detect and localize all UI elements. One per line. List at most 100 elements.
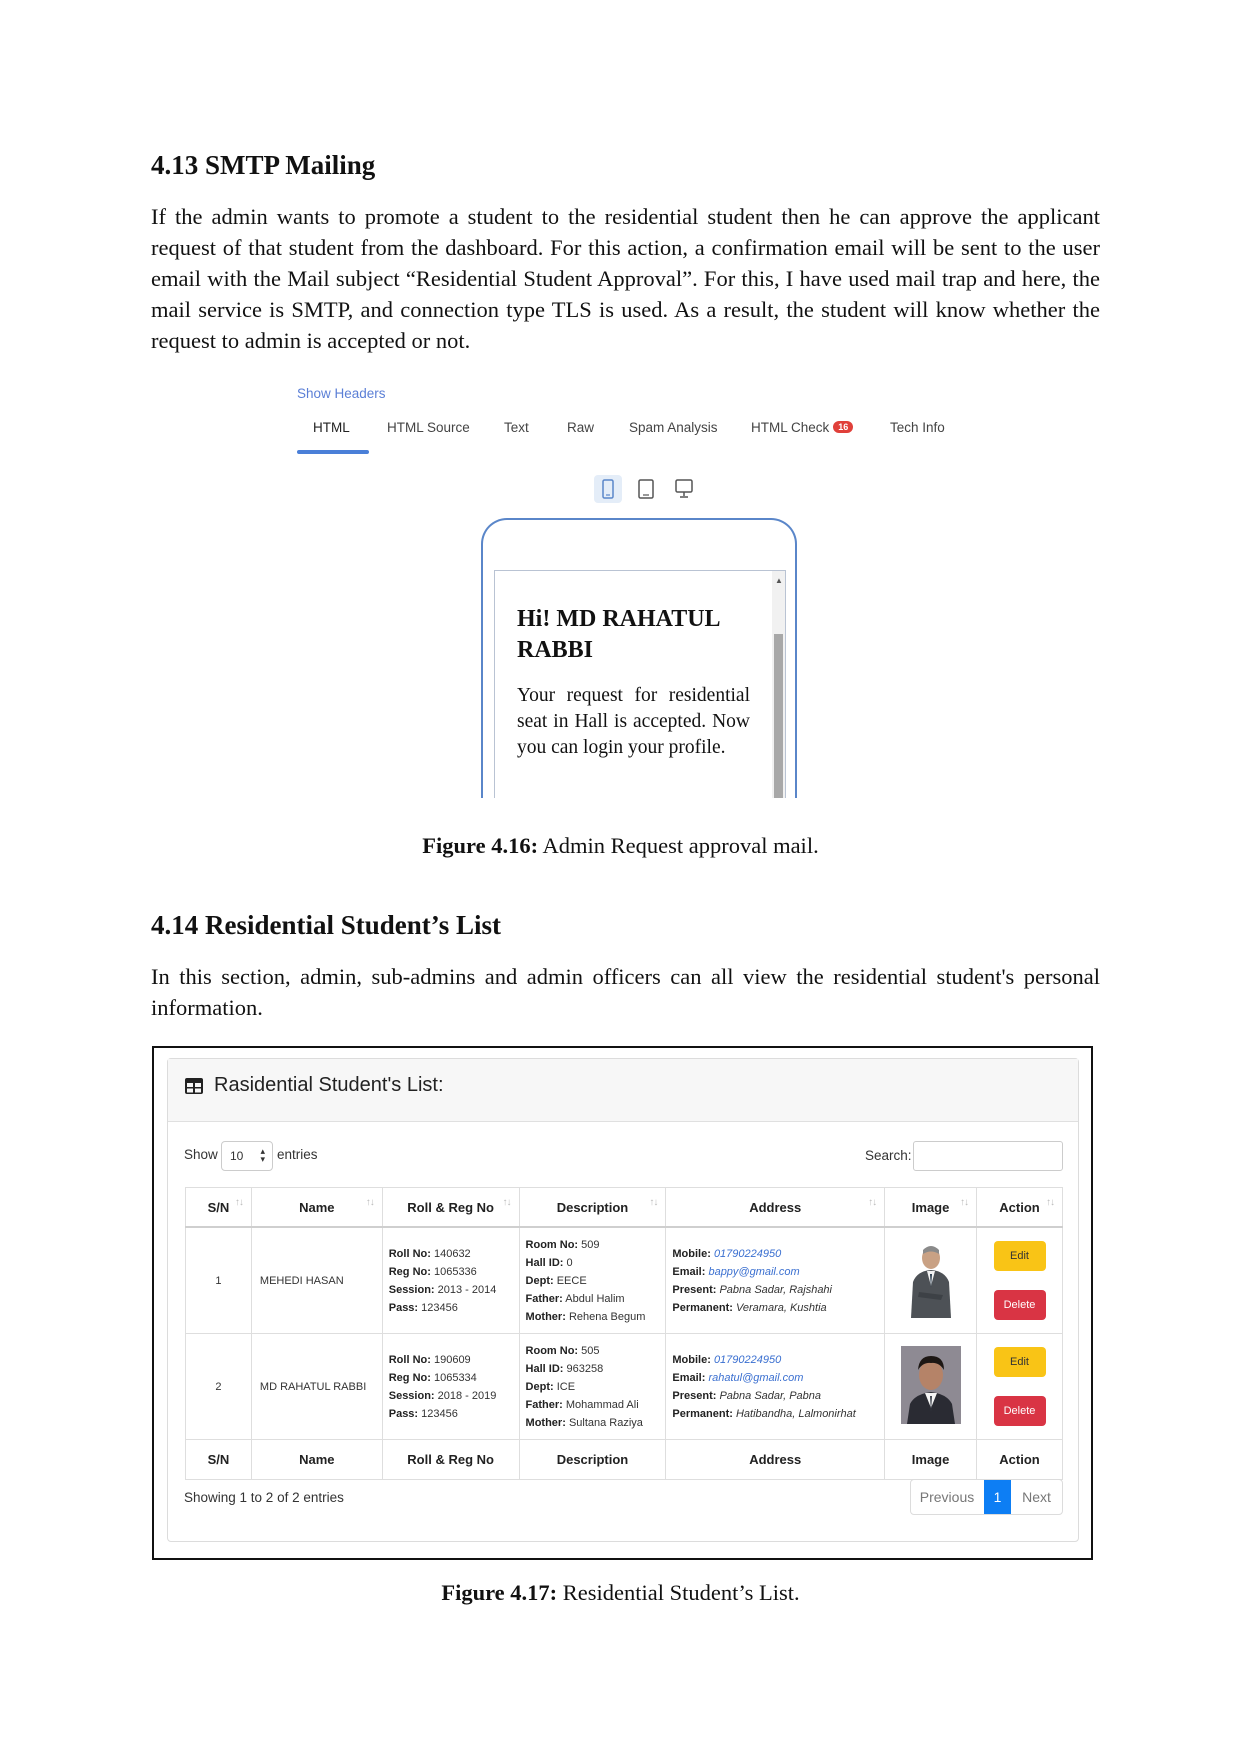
cell-image	[884, 1333, 978, 1440]
roll-value: 190609	[433, 1353, 471, 1366]
field-label: Pass:	[388, 1301, 419, 1314]
column-header-roll[interactable]: Roll & Reg No ↑↓	[381, 1187, 520, 1228]
figure-caption-4-17: Figure 4.17: Residential Student’s List.	[0, 1580, 1241, 1606]
cell-address: Mobile: 01790224950 Email: bappy@gmail.c…	[665, 1226, 886, 1334]
figure-caption-4-16: Figure 4.16: Admin Request approval mail…	[0, 833, 1241, 859]
figure-text: Residential Student’s List.	[557, 1580, 800, 1605]
field-label: Mother:	[525, 1310, 566, 1323]
field-label: Present:	[672, 1283, 717, 1296]
previous-page-button[interactable]: Previous	[911, 1480, 983, 1514]
field-label: Dept:	[525, 1380, 554, 1393]
column-header-image[interactable]: Image ↑↓	[884, 1187, 978, 1228]
field-label: Mobile:	[672, 1353, 711, 1366]
tab-html-source[interactable]: HTML Source	[387, 420, 470, 435]
field-label: Hall ID:	[525, 1256, 564, 1269]
field-label: Session:	[388, 1389, 435, 1402]
permanent-address: Hatibandha, Lalmonirhat	[735, 1407, 856, 1420]
page-1-button[interactable]: 1	[984, 1480, 1011, 1514]
sort-icon: ↑↓	[1046, 1197, 1055, 1208]
column-header-label: Action	[999, 1199, 1040, 1215]
cell-roll-reg: Roll No: 190609 Reg No: 1065334 Session:…	[381, 1333, 520, 1440]
tab-spam-analysis[interactable]: Spam Analysis	[629, 420, 718, 435]
field-label: Email:	[672, 1371, 706, 1384]
html-check-badge: 16	[833, 421, 854, 433]
field-label: Reg No:	[388, 1371, 431, 1384]
edit-button[interactable]: Edit	[993, 1241, 1046, 1271]
field-label: Email:	[672, 1265, 706, 1278]
room-value: 505	[581, 1344, 600, 1357]
next-page-button[interactable]: Next	[1011, 1480, 1062, 1514]
cell-name: MD RAHATUL RABBI	[250, 1333, 383, 1440]
present-address: Pabna Sadar, Pabna	[719, 1389, 821, 1402]
delete-button[interactable]: Delete	[993, 1396, 1046, 1426]
table-row: 2 MD RAHATUL RABBI Roll No: 190609 Reg N…	[185, 1333, 1063, 1440]
tab-text[interactable]: Text	[504, 420, 529, 435]
field-label: Permanent:	[672, 1407, 733, 1420]
dept-value: EECE	[556, 1274, 587, 1287]
tab-raw[interactable]: Raw	[567, 420, 594, 435]
mobile-icon[interactable]	[594, 475, 622, 503]
tab-tech-info[interactable]: Tech Info	[890, 420, 945, 435]
tab-html-check-label: HTML Check	[751, 420, 830, 435]
father-value: Abdul Halim	[565, 1292, 625, 1305]
scroll-up-arrow-icon[interactable]: ▲	[775, 576, 783, 585]
tab-html[interactable]: HTML	[313, 420, 350, 435]
column-header-description[interactable]: Description ↑↓	[518, 1187, 667, 1228]
roll-value: 140632	[433, 1247, 471, 1260]
field-label: Hall ID:	[525, 1362, 564, 1375]
show-headers-link[interactable]: Show Headers	[297, 386, 386, 401]
table-info: Showing 1 to 2 of 2 entries	[184, 1490, 344, 1505]
entries-select[interactable]: 10 ▴ ▾	[221, 1141, 273, 1171]
mobile-link[interactable]: 01790224950	[714, 1354, 781, 1366]
mother-value: Rehena Begum	[568, 1310, 646, 1323]
table-row: 1 MEHEDI HASAN Roll No: 140632 Reg No: 1…	[185, 1226, 1063, 1334]
column-header-sn[interactable]: S/N ↑↓	[185, 1187, 252, 1228]
cell-image	[884, 1226, 978, 1334]
show-label: Show	[184, 1147, 218, 1162]
footer-roll: Roll & Reg No	[381, 1439, 520, 1480]
column-header-address[interactable]: Address ↑↓	[665, 1187, 886, 1228]
session-value: 2018 - 2019	[437, 1389, 497, 1402]
table-header-row: S/N ↑↓ Name ↑↓ Roll & Reg No ↑↓ Description…	[185, 1187, 1063, 1228]
field-label: Roll No:	[388, 1353, 431, 1366]
edit-button[interactable]: Edit	[993, 1347, 1046, 1377]
entries-select-value: 10	[230, 1149, 244, 1163]
column-header-action[interactable]: Action ↑↓	[976, 1187, 1063, 1228]
sort-icon: ↑↓	[365, 1197, 375, 1208]
field-label: Pass:	[388, 1407, 419, 1420]
select-arrows-icon: ▴ ▾	[260, 1146, 265, 1164]
sort-icon: ↑↓	[502, 1197, 512, 1208]
delete-button[interactable]: Delete	[993, 1290, 1046, 1320]
cell-description: Room No: 505 Hall ID: 963258 Dept: ICE F…	[518, 1333, 667, 1440]
student-photo	[900, 1240, 961, 1318]
pagination: Previous 1 Next	[910, 1479, 1063, 1515]
sort-icon: ↑↓	[960, 1197, 969, 1208]
email-link[interactable]: rahatul@gmail.com	[708, 1372, 803, 1384]
reg-value: 1065334	[433, 1371, 477, 1384]
mobile-link[interactable]: 01790224950	[714, 1248, 781, 1260]
email-link[interactable]: bappy@gmail.com	[708, 1266, 799, 1278]
section-heading-student-list: 4.14 Residential Student’s List	[151, 910, 502, 940]
column-header-label: S/N	[207, 1199, 230, 1215]
mail-greeting: Hi! MD RAHATUL RABBI	[517, 606, 720, 663]
sort-icon: ↑↓	[234, 1197, 244, 1208]
footer-action: Action	[976, 1439, 1063, 1480]
sort-icon: ↑↓	[649, 1197, 658, 1208]
sort-icon: ↑↓	[868, 1197, 877, 1208]
section-heading-smtp: 4.13 SMTP Mailing	[151, 150, 376, 180]
preview-scrollbar-thumb[interactable]	[774, 634, 783, 798]
search-input[interactable]	[913, 1141, 1063, 1171]
cell-action: Edit Delete	[976, 1333, 1063, 1440]
tablet-icon[interactable]	[632, 475, 660, 503]
figure-text: Admin Request approval mail.	[538, 833, 819, 858]
desktop-icon[interactable]	[670, 475, 698, 503]
field-label: Reg No:	[388, 1265, 431, 1278]
tab-html-check[interactable]: HTML Check 16	[751, 420, 854, 435]
father-value: Mohammad Ali	[565, 1398, 639, 1411]
column-header-name[interactable]: Name ↑↓	[250, 1187, 383, 1228]
cell-description: Room No: 509 Hall ID: 0 Dept: EECE Fathe…	[518, 1226, 667, 1334]
session-value: 2013 - 2014	[437, 1283, 497, 1296]
cell-address: Mobile: 01790224950 Email: rahatul@gmail…	[665, 1333, 886, 1440]
table-footer-row: S/N Name Roll & Reg No Description Addre…	[185, 1439, 1063, 1480]
column-header-label: Roll & Reg No	[407, 1199, 494, 1215]
